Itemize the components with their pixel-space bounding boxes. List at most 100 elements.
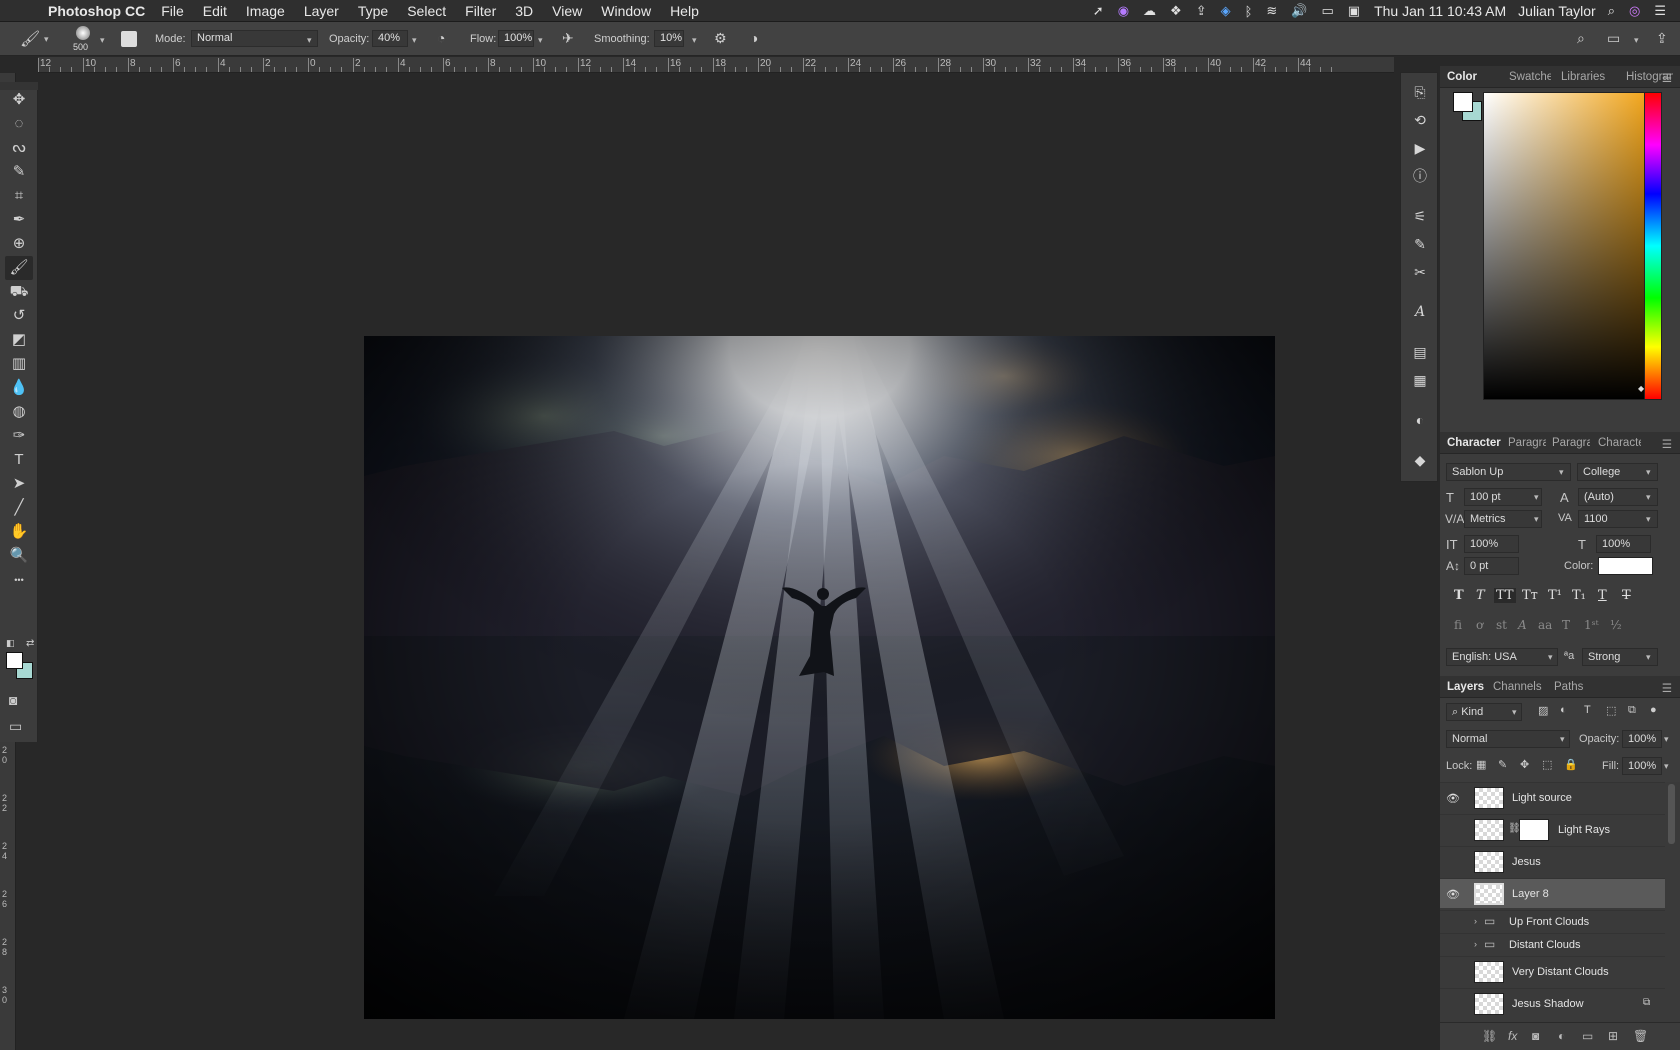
menu-layer[interactable]: Layer [304,3,339,19]
chevron-down-icon[interactable]: ▾ [1534,514,1539,525]
layer-opacity-field[interactable]: 100% [1622,730,1662,748]
fill-field[interactable]: 100% [1622,757,1662,775]
tab-paragraph-styles[interactable]: Paragraph [1552,437,1590,449]
menu-help[interactable]: Help [670,3,699,19]
search-icon[interactable]: ⌕ [1608,3,1615,19]
old-style-button[interactable]: ơ [1476,618,1483,632]
chevron-down-icon[interactable]: ▾ [692,35,697,46]
move-tool[interactable]: ✥ [5,88,33,112]
battery-icon[interactable]: ▭ [1322,3,1334,19]
app-name[interactable]: Photoshop CC [48,3,145,19]
lock-all-icon[interactable]: 🔒 [1564,758,1578,771]
mode-select[interactable]: Normal [191,30,318,47]
opacity-field[interactable]: 40% [372,30,408,47]
navigator-icon[interactable]: ◐ [1409,409,1431,431]
creative-cloud-icon[interactable]: ◉ [1118,3,1129,19]
layer-row[interactable]: ⛓ Light Rays [1440,814,1665,844]
chevron-down-icon[interactable]: ▾ [412,35,417,46]
panel-menu-icon[interactable]: ☰ [1662,71,1672,85]
baseline-shift-field[interactable]: 0 pt [1464,557,1519,575]
underline-button[interactable]: T [1598,588,1607,603]
canvas-area[interactable] [38,74,1394,1050]
share-icon[interactable]: ⇪ [1656,30,1668,47]
menubar-user[interactable]: Julian Taylor [1518,3,1596,19]
wifi-icon[interactable]: ≋ [1266,3,1277,19]
chevron-down-icon[interactable]: ▾ [1646,492,1651,503]
eyedropper-tool[interactable]: ✒ [5,208,33,232]
lock-position-icon[interactable]: ✥ [1520,758,1529,771]
subscript-button[interactable]: T₁ [1572,588,1586,603]
layer-row[interactable]: 👁 Layer 8 [1440,878,1665,908]
menu-image[interactable]: Image [246,3,285,19]
hue-slider-handle[interactable]: ◆ [1638,384,1644,393]
eye-icon[interactable]: 👁 [1446,888,1460,901]
siri-icon[interactable]: ◎ [1629,3,1640,19]
chevron-down-icon[interactable]: ▾ [1534,492,1539,503]
filter-type-icon[interactable]: T [1584,704,1591,716]
filter-pixel-icon[interactable]: ▨ [1538,704,1548,717]
layer-mask-thumbnail[interactable] [1519,819,1549,841]
chevron-right-icon[interactable]: › [1474,916,1477,926]
layer-filter-select[interactable]: ⌕ Kind [1446,703,1522,721]
vertical-scale-field[interactable]: 100% [1464,535,1519,553]
dropbox-icon[interactable]: ❖ [1170,3,1182,19]
tab-paragraph[interactable]: Paragraph [1508,437,1546,449]
chevron-down-icon[interactable]: ▾ [44,34,49,45]
brush-preview[interactable] [76,26,90,40]
tab-paths[interactable]: Paths [1554,681,1583,693]
menu-type[interactable]: Type [358,3,388,19]
small-caps-button[interactable]: Tт [1522,588,1538,603]
brush-panel-icon[interactable] [121,31,137,47]
filter-toggle-icon[interactable]: ● [1650,704,1657,716]
all-caps-button[interactable]: TT [1494,588,1516,603]
hue-slider[interactable] [1644,92,1662,400]
flow-field[interactable]: 100% [498,30,534,47]
tab-color[interactable]: Color [1447,71,1477,83]
blend-mode-select[interactable]: Normal [1446,730,1570,748]
hand-tool[interactable]: ✋ [5,520,33,544]
zoom-tool[interactable]: 🔍 [5,544,33,568]
menubar-clock[interactable]: Thu Jan 11 10:43 AM [1374,3,1506,19]
chevron-down-icon[interactable]: ▾ [538,35,543,46]
faux-bold-button[interactable]: T [1454,588,1464,603]
menu-select[interactable]: Select [407,3,446,19]
fractions-button[interactable]: ½ [1610,618,1622,632]
color-field[interactable] [1483,92,1648,400]
crop-tool[interactable]: ⌗ [5,184,33,208]
filter-adjustment-icon[interactable]: ◐ [1560,704,1567,716]
new-group-icon[interactable]: ▭ [1582,1029,1593,1043]
default-colors-icon[interactable]: ◧ [6,638,15,649]
superscript-button[interactable]: T¹ [1548,588,1562,603]
brush-tool-icon[interactable]: 🖌 [20,29,40,49]
clone-source-icon[interactable]: ✂ [1409,261,1431,283]
quick-select-tool[interactable]: ✎ [5,160,33,184]
type-tool[interactable]: T [5,448,33,472]
lock-artboard-icon[interactable]: ⬚ [1542,758,1552,771]
upload-icon[interactable]: ⇪ [1196,3,1207,19]
menu-file[interactable]: File [161,3,184,19]
quick-mask-icon[interactable]: ◙ [9,692,17,708]
properties-icon[interactable]: ▤ [1409,341,1431,363]
chevron-down-icon[interactable]: ▾ [100,35,105,46]
cloud-sync-icon[interactable]: ☁ [1143,3,1156,19]
ordinals-button[interactable]: 1ˢᵗ [1584,618,1599,632]
bluetooth-icon[interactable]: ᛒ [1245,4,1253,19]
gear-icon[interactable]: ⚙ [714,30,727,47]
actions-play-icon[interactable]: ▶ [1409,137,1431,159]
chevron-down-icon[interactable]: ▾ [1664,761,1669,772]
stylistic-alternates-button[interactable]: aa [1538,618,1552,632]
history-icon[interactable]: ⟲ [1409,109,1431,131]
font-family-select[interactable]: Sablon Up [1446,463,1571,481]
tab-channels[interactable]: Channels [1493,681,1542,693]
swap-colors-icon[interactable]: ⇄ [26,638,34,649]
menu-icon[interactable]: ☰ [1654,3,1666,19]
discretionary-ligatures-button[interactable]: st [1496,618,1507,632]
trash-icon[interactable]: 🗑 [1633,1029,1648,1043]
ligatures-button[interactable]: fi [1454,618,1462,632]
layer-row[interactable]: Very Distant Clouds [1440,956,1665,986]
lock-pixels-icon[interactable]: ✎ [1498,758,1507,771]
faux-italic-button[interactable]: T [1476,588,1485,603]
line-tool[interactable]: ╱ [5,496,33,520]
text-color-swatch[interactable] [1598,557,1653,575]
menu-filter[interactable]: Filter [465,3,496,19]
